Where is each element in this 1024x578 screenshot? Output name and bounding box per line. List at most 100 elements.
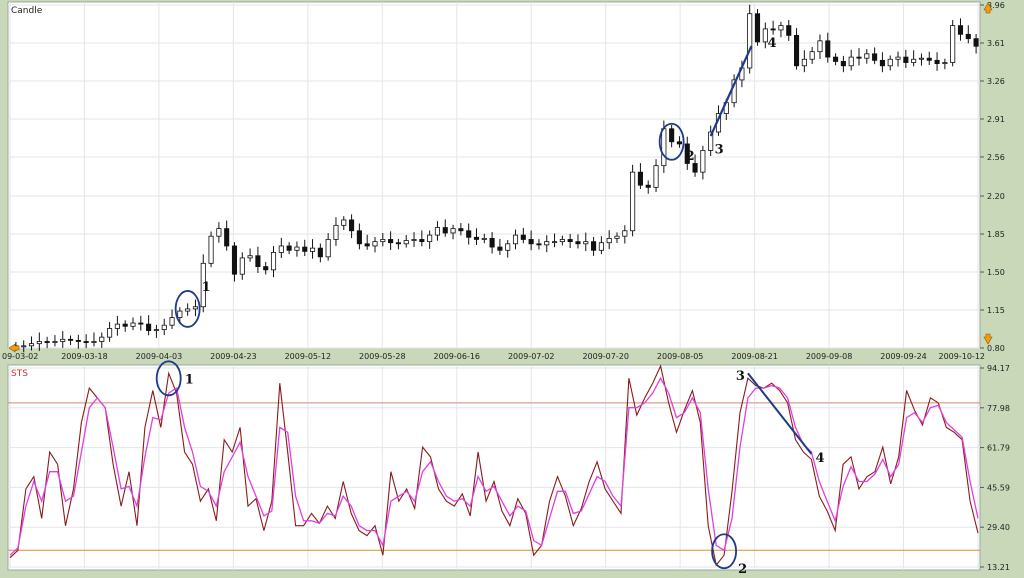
candle-body bbox=[403, 240, 409, 245]
candle-body bbox=[216, 228, 222, 237]
scroll-down-arrow-icon[interactable] bbox=[983, 333, 993, 345]
candle-body bbox=[388, 239, 394, 244]
candle-body bbox=[630, 171, 636, 232]
price-y-tick-label: 3.61 bbox=[987, 39, 1005, 48]
annotation-label: 2 bbox=[738, 562, 747, 574]
candle-body bbox=[622, 230, 628, 237]
annotation-label: 4 bbox=[768, 36, 777, 51]
candle-body bbox=[700, 150, 706, 173]
x-tick-label: 2009-06-16 bbox=[434, 352, 481, 361]
chart-window: 1234 3.96 3.61 3.26 2.91 2.56 2.20 1.85 1.50 1.1… bbox=[0, 0, 1024, 577]
candle-body bbox=[255, 255, 261, 267]
candle-body bbox=[606, 237, 612, 244]
candle-body bbox=[169, 317, 175, 326]
candle-body bbox=[786, 25, 792, 36]
x-tick-label: 2009-10-12 bbox=[939, 352, 986, 361]
candle-body bbox=[801, 58, 807, 67]
price-y-tick-label: 1.50 bbox=[987, 268, 1005, 277]
candle-body bbox=[28, 343, 35, 347]
candle-body bbox=[911, 58, 917, 63]
candle-body bbox=[224, 228, 230, 247]
sts-y-tick-label: 94.17 bbox=[987, 364, 1010, 373]
sts-y-tick-label: 61.79 bbox=[987, 444, 1010, 453]
candle-body bbox=[349, 219, 355, 232]
candle-body bbox=[957, 25, 964, 35]
candle-body bbox=[278, 245, 284, 253]
candle-body bbox=[239, 257, 245, 275]
annotation-label: 4 bbox=[815, 451, 824, 466]
candle-body bbox=[950, 25, 956, 63]
candle-body bbox=[552, 241, 558, 244]
candle-body bbox=[75, 340, 81, 342]
candle-body bbox=[372, 241, 378, 247]
candle-body bbox=[302, 246, 308, 252]
candle-body bbox=[809, 51, 815, 60]
candle bbox=[950, 20, 956, 67]
candle-body bbox=[778, 25, 784, 31]
candle-body bbox=[411, 239, 417, 241]
candle-body bbox=[130, 322, 136, 327]
candle-body bbox=[177, 310, 183, 319]
candle-body bbox=[505, 243, 511, 251]
x-tick-label: 2009-05-28 bbox=[359, 352, 406, 361]
candle-body bbox=[138, 322, 144, 325]
candle-body bbox=[817, 40, 823, 53]
candle-body bbox=[458, 228, 464, 232]
candle-body bbox=[286, 245, 292, 251]
candle-body bbox=[864, 53, 870, 59]
x-tick-label: 2009-08-05 bbox=[657, 352, 704, 361]
annotation-label: 3 bbox=[715, 143, 724, 158]
candle-body bbox=[879, 59, 885, 67]
price-y-tick-label: 2.20 bbox=[987, 192, 1005, 201]
candle-body bbox=[512, 234, 519, 245]
candle-body bbox=[653, 165, 659, 188]
candle-body bbox=[583, 241, 589, 245]
price-y-tick-label: 3.26 bbox=[987, 77, 1005, 86]
price-y-tick-label: 2.91 bbox=[987, 115, 1005, 124]
candle-body bbox=[52, 341, 58, 343]
candle-body bbox=[567, 239, 573, 243]
candle-body bbox=[528, 239, 534, 245]
candle-body bbox=[536, 243, 542, 246]
price-y-axis: 3.963.613.262.912.562.201.851.501.150.80 bbox=[980, 1, 1005, 353]
candle-body bbox=[146, 323, 152, 332]
candle-body bbox=[317, 247, 323, 258]
candle-body bbox=[676, 141, 682, 145]
candle bbox=[208, 231, 214, 268]
candle-body bbox=[895, 56, 901, 60]
candle-body bbox=[856, 56, 862, 59]
candle-body bbox=[466, 230, 472, 238]
candle-body bbox=[83, 341, 89, 343]
x-tick-label: 2009-04-03 bbox=[136, 352, 183, 361]
candle-body bbox=[21, 345, 27, 348]
candle-body bbox=[520, 234, 526, 240]
candle-body bbox=[294, 246, 300, 251]
candle-body bbox=[872, 53, 878, 61]
x-tick-label: 2009-08-21 bbox=[731, 352, 778, 361]
candle-body bbox=[36, 341, 42, 345]
chart-canvas: 12 34 3.963.613.262.912.562.201.851.501.1… bbox=[2, 1, 1010, 577]
x-tick-label: 2009-03-18 bbox=[61, 352, 108, 361]
candle-body bbox=[395, 242, 401, 245]
price-panel bbox=[7, 1, 981, 349]
candle-body bbox=[669, 128, 675, 143]
candle-body bbox=[364, 243, 370, 247]
candle-body bbox=[107, 328, 113, 338]
date-x-axis: 09-03-02 2009-03-18 2009-04-03 2009-04-23 20… bbox=[2, 352, 985, 361]
candle-body bbox=[692, 163, 698, 173]
candle-body bbox=[325, 239, 331, 258]
candle-body bbox=[91, 341, 97, 343]
candle-body bbox=[591, 241, 597, 251]
candle-body bbox=[559, 239, 565, 243]
candle-body bbox=[833, 56, 839, 62]
candle-body bbox=[356, 230, 362, 245]
candle-body bbox=[942, 62, 948, 65]
candle-body bbox=[442, 227, 448, 234]
sts-y-axis: 94.17 77.98 61.79 45.59 29.40 13.21 bbox=[980, 364, 1010, 572]
candle-body bbox=[544, 241, 550, 246]
candle-body bbox=[270, 252, 277, 271]
candle-body bbox=[185, 308, 191, 312]
x-tick-label: 2009-07-20 bbox=[582, 352, 629, 361]
candle-body bbox=[473, 236, 480, 240]
candle-body bbox=[434, 227, 440, 236]
